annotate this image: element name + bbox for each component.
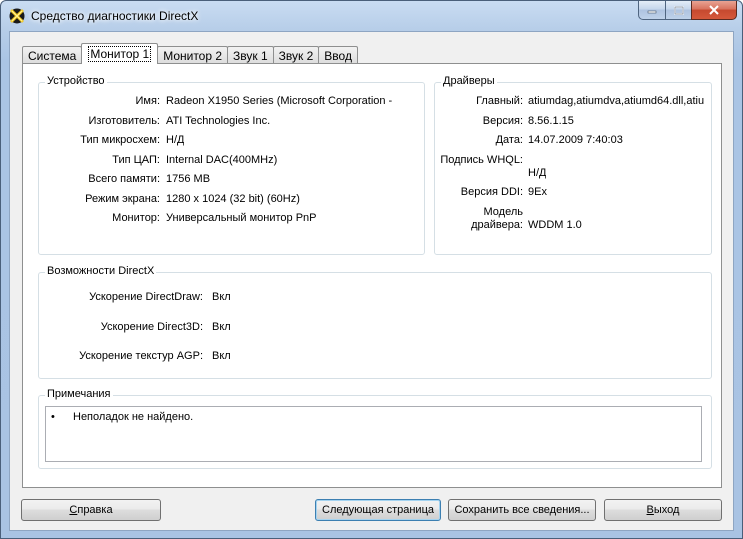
main-driver-value: atiumdag,atiumdva,atiumd64.dll,atiu xyxy=(528,95,705,107)
client-area: Система Монитор 1 Монитор 2 Звук 1 Звук … xyxy=(9,31,734,531)
dac-type-value: Internal DAC(400MHz) xyxy=(166,154,278,166)
exit-accel: В xyxy=(646,504,654,516)
window-title: Средство диагностики DirectX xyxy=(31,9,199,23)
monitor-value: Универсальный монитор PnP xyxy=(166,212,317,224)
help-rest: правка xyxy=(77,504,113,516)
tab-sound-2[interactable]: Звук 2 xyxy=(272,46,320,64)
drivers-group: Драйверы Главный: atiumdag,atiumdva,atiu… xyxy=(434,75,712,255)
display-mode-label: Режим экрана: xyxy=(85,193,160,205)
tab-system[interactable]: Система xyxy=(22,46,83,64)
save-all-label: Сохранить все сведения... xyxy=(454,504,590,516)
direct3d-value: Вкл xyxy=(212,321,231,333)
driver-model-label-1: Модель xyxy=(483,206,523,218)
directx-features-group: Возможности DirectX Ускорение DirectDraw… xyxy=(38,265,712,379)
tab-panel: Устройство Имя: Radeon X1950 Series (Mic… xyxy=(22,63,722,488)
notes-group-title: Примечания xyxy=(45,388,113,400)
tab-input[interactable]: Ввод xyxy=(318,46,358,64)
driver-model-value: WDDM 1.0 xyxy=(528,219,582,231)
title-bar[interactable]: Средство диагностики DirectX xyxy=(1,1,742,31)
dxdiag-window: Средство диагностики DirectX Система Мон… xyxy=(0,0,743,539)
directdraw-value: Вкл xyxy=(212,291,231,303)
close-button[interactable] xyxy=(691,1,737,20)
maximize-button[interactable] xyxy=(665,1,691,20)
caption-buttons xyxy=(638,1,737,21)
ddi-version-label: Версия DDI: xyxy=(460,186,523,198)
tab-label: Система xyxy=(28,48,77,63)
device-name-label: Имя: xyxy=(135,95,160,107)
whql-label: Подпись WHQL: xyxy=(440,154,523,166)
notes-text: Неполадок не найдено. xyxy=(73,411,194,423)
monitor-label: Монитор: xyxy=(112,212,160,224)
chip-type-value: Н/Д xyxy=(166,134,185,146)
driver-date-value: 14.07.2009 7:40:03 xyxy=(528,134,623,146)
minimize-button[interactable] xyxy=(638,1,665,20)
ddi-version-value: 9Ex xyxy=(528,186,547,198)
directdraw-label: Ускорение DirectDraw: xyxy=(89,291,203,303)
driver-version-value: 8.56.1.15 xyxy=(528,115,574,127)
display-mode-value: 1280 x 1024 (32 bit) (60Hz) xyxy=(166,193,300,205)
next-page-label: Следующая страница xyxy=(322,504,434,516)
directx-group-title: Возможности DirectX xyxy=(45,265,157,277)
device-name-value: Radeon X1950 Series (Microsoft Corporati… xyxy=(166,95,393,107)
device-group-title: Устройство xyxy=(45,75,107,87)
chip-type-label: Тип микросхем: xyxy=(80,134,160,146)
exit-button[interactable]: Выход xyxy=(604,499,722,521)
tab-label: Звук 1 xyxy=(233,48,268,63)
total-memory-value: 1756 MB xyxy=(166,173,211,185)
direct3d-label: Ускорение Direct3D: xyxy=(100,321,203,333)
notes-group: Примечания • Неполадок не найдено. xyxy=(38,388,712,469)
tab-sound-1[interactable]: Звук 1 xyxy=(227,46,274,64)
directx-app-icon xyxy=(9,8,25,24)
device-group: Устройство Имя: Radeon X1950 Series (Mic… xyxy=(38,75,425,255)
help-label: Справка xyxy=(69,504,112,516)
notes-textbox[interactable]: • Неполадок не найдено. xyxy=(45,406,702,462)
exit-rest: ыход xyxy=(653,504,680,516)
tab-monitor-2[interactable]: Монитор 2 xyxy=(157,46,229,64)
agp-value: Вкл xyxy=(212,350,231,362)
tab-label: Монитор 1 xyxy=(88,46,152,62)
manufacturer-value: ATI Technologies Inc. xyxy=(166,115,271,127)
tab-label: Ввод xyxy=(324,48,352,63)
next-page-button[interactable]: Следующая страница xyxy=(315,499,441,521)
manufacturer-label: Изготовитель: xyxy=(88,115,161,127)
save-all-button[interactable]: Сохранить все сведения... xyxy=(448,499,596,521)
maximize-icon xyxy=(673,5,684,15)
tab-label: Монитор 2 xyxy=(163,48,223,63)
drivers-group-title: Драйверы xyxy=(441,75,497,87)
agp-label: Ускорение текстур AGP: xyxy=(79,350,203,362)
driver-model-label-2: драйвера: xyxy=(471,219,523,231)
notes-bullet: • xyxy=(51,411,55,423)
driver-version-label: Версия: xyxy=(482,115,523,127)
whql-value: Н/Д xyxy=(528,167,547,179)
tab-label: Звук 2 xyxy=(278,48,314,63)
help-button[interactable]: Справка xyxy=(21,499,161,521)
tab-monitor-1[interactable]: Монитор 1 xyxy=(81,43,159,64)
minimize-icon xyxy=(647,10,657,14)
main-driver-label: Главный: xyxy=(476,95,523,107)
close-icon xyxy=(709,5,719,15)
dac-type-label: Тип ЦАП: xyxy=(112,154,160,166)
tab-strip: Система Монитор 1 Монитор 2 Звук 1 Звук … xyxy=(22,43,358,64)
driver-date-label: Дата: xyxy=(495,134,523,146)
exit-label: Выход xyxy=(647,504,680,516)
total-memory-label: Всего памяти: xyxy=(88,173,160,185)
